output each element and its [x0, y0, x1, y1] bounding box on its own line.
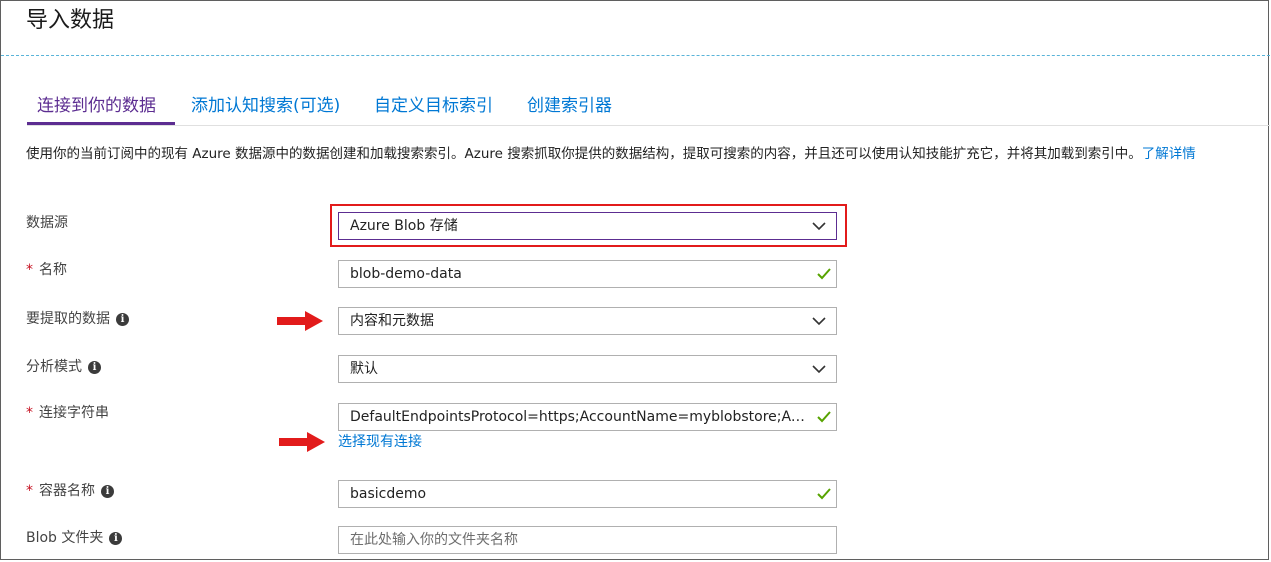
check-icon	[817, 268, 831, 280]
blob-folder-input[interactable]: 在此处输入你的文件夹名称	[338, 526, 837, 554]
name-input[interactable]: blob-demo-data	[338, 260, 837, 288]
data-source-select[interactable]: Azure Blob 存储	[338, 212, 837, 240]
info-icon[interactable]: i	[116, 312, 129, 326]
blob-folder-placeholder: 在此处输入你的文件夹名称	[350, 532, 518, 548]
learn-more-link[interactable]: 了解详情	[1142, 146, 1196, 162]
red-arrow-icon	[277, 311, 323, 331]
data-source-label: 数据源	[26, 215, 68, 231]
info-icon[interactable]: i	[109, 531, 123, 545]
info-icon[interactable]: i	[101, 484, 114, 498]
required-mark: *	[26, 405, 33, 421]
tab-customize-index[interactable]: 自定义目标索引	[374, 93, 493, 119]
red-arrow-icon	[279, 432, 325, 452]
title-divider	[1, 55, 1270, 56]
required-mark: *	[26, 483, 33, 499]
required-mark: *	[26, 262, 33, 278]
select-existing-connection-link[interactable]: 选择现有连接	[338, 432, 422, 452]
data-to-extract-select[interactable]: 内容和元数据	[338, 307, 837, 335]
container-name-label: * 容器名称 i	[26, 481, 114, 501]
tab-connect-data[interactable]: 连接到你的数据	[37, 93, 156, 119]
page-title: 导入数据	[26, 8, 115, 33]
container-name-input[interactable]: basicdemo	[338, 480, 837, 508]
tab-cognitive-search[interactable]: 添加认知搜索(可选)	[191, 93, 340, 119]
connection-string-label: * 连接字符串	[26, 405, 109, 421]
check-icon	[817, 488, 831, 500]
description: 使用你的当前订阅中的现有 Azure 数据源中的数据创建和加载搜索索引。Azur…	[26, 144, 1236, 164]
chevron-down-icon	[812, 222, 826, 231]
blob-folder-label: Blob 文件夹 i	[26, 528, 123, 548]
tab-create-indexer[interactable]: 创建索引器	[527, 93, 612, 119]
data-to-extract-label: 要提取的数据 i	[26, 309, 129, 329]
tabs-divider	[27, 125, 1270, 126]
info-icon[interactable]: i	[88, 360, 101, 374]
name-label: * 名称	[26, 262, 67, 278]
chevron-down-icon	[812, 365, 826, 374]
parsing-mode-label: 分析模式 i	[26, 357, 101, 377]
description-text: 使用你的当前订阅中的现有 Azure 数据源中的数据创建和加载搜索索引。Azur…	[26, 146, 1142, 162]
chevron-down-icon	[812, 317, 826, 326]
check-icon	[817, 411, 831, 423]
connection-string-input[interactable]: DefaultEndpointsProtocol=https;AccountNa…	[338, 403, 837, 431]
parsing-mode-select[interactable]: 默认	[338, 355, 837, 383]
